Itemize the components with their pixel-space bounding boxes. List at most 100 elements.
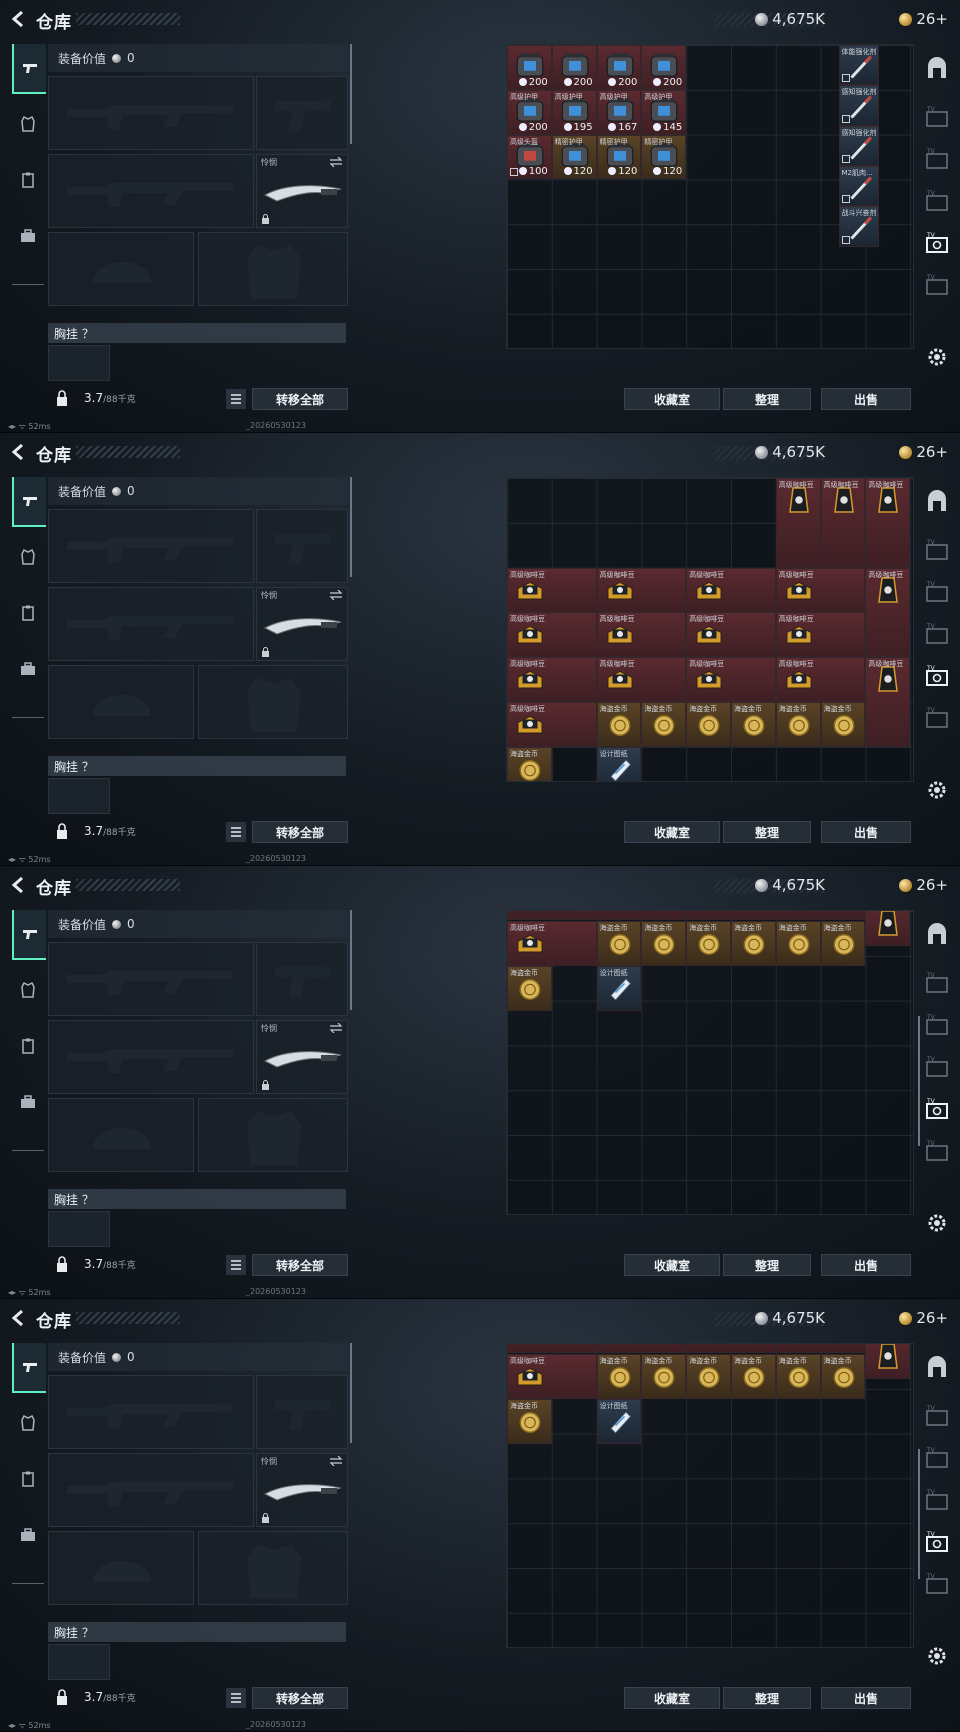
coffee-box-item[interactable]: 高级咖啡豆 — [507, 702, 597, 747]
pirate-coin-item[interactable]: 海盗金币 — [775, 1354, 821, 1399]
list-view-icon[interactable] — [226, 1255, 246, 1275]
primary-weapon-slot[interactable] — [48, 509, 254, 583]
swap-icon[interactable] — [329, 1456, 343, 1466]
rail-tv-tab-active[interactable]: TV — [924, 1529, 950, 1555]
rail-tv-tab-active[interactable]: TV — [924, 230, 950, 256]
coffee-box-item[interactable]: 高级咖啡豆 — [775, 567, 866, 613]
primary-weapon-slot[interactable] — [48, 76, 254, 150]
back-arrow-icon[interactable] — [8, 874, 30, 896]
transfer-all-button[interactable]: 转移全部 — [252, 1254, 348, 1276]
armor-slot[interactable] — [198, 1098, 348, 1172]
pirate-coin-item[interactable]: 海盗金币 — [686, 921, 731, 966]
tab-armor[interactable] — [12, 966, 44, 1014]
storage-item[interactable]: 高级护甲 145 — [641, 89, 687, 135]
transfer-all-button[interactable]: 转移全部 — [252, 388, 348, 410]
vault-button[interactable]: 收藏室 — [624, 821, 720, 843]
silver-currency[interactable]: 4,675K — [755, 876, 825, 894]
syringe-item[interactable]: 感知强化剂 — [838, 125, 879, 166]
rail-tv-tab-4[interactable]: TV — [924, 705, 950, 731]
rail-tv-tab-active[interactable]: TV — [924, 1096, 950, 1122]
silver-currency[interactable]: 4,675K — [755, 1309, 825, 1327]
tab-bags[interactable] — [12, 212, 44, 260]
pirate-coin-item[interactable]: 海盗金币 — [596, 921, 642, 966]
tab-armor[interactable] — [12, 100, 44, 148]
rail-tv-tab-2[interactable]: TV — [924, 1012, 950, 1038]
rail-home-tab[interactable] — [924, 489, 950, 515]
tab-weapons[interactable] — [12, 1343, 46, 1393]
pirate-coin-item[interactable]: 海盗金币 — [641, 702, 687, 747]
settings-button[interactable] — [924, 1210, 950, 1236]
coffee-box-partial[interactable] — [507, 911, 597, 920]
chest-rig-slot[interactable] — [48, 345, 110, 381]
coffee-bag-item[interactable]: 高级咖啡豆 — [775, 478, 821, 568]
syringe-item[interactable]: 感知强化剂 — [838, 85, 879, 126]
pirate-coin-item[interactable]: 海盗金币 — [507, 965, 552, 1011]
transfer-all-button[interactable]: 转移全部 — [252, 821, 348, 843]
sell-button[interactable]: 出售 — [821, 821, 911, 843]
tab-bags[interactable] — [12, 1078, 44, 1126]
sell-button[interactable]: 出售 — [821, 388, 911, 410]
equipment-scrollbar[interactable] — [350, 910, 352, 1010]
tab-weapons[interactable] — [12, 910, 46, 960]
coffee-box-item[interactable]: 高级咖啡豆 — [596, 612, 687, 658]
vault-button[interactable]: 收藏室 — [624, 388, 720, 410]
coffee-box-item[interactable]: 高级咖啡豆 — [507, 1354, 597, 1399]
back-arrow-icon[interactable] — [8, 1307, 30, 1329]
tab-armor[interactable] — [12, 1399, 44, 1447]
rail-tv-tab-1[interactable]: TV — [924, 104, 950, 130]
coffee-box-item[interactable]: 高级咖啡豆 — [507, 567, 597, 613]
coffee-box-item[interactable]: 高级咖啡豆 — [686, 567, 776, 613]
pirate-coin-item[interactable]: 海盗金币 — [641, 1354, 687, 1399]
melee-slot[interactable]: 怜悯 — [256, 1020, 348, 1094]
syringe-item[interactable]: 体能强化剂 — [838, 45, 879, 86]
tab-supplies[interactable] — [12, 156, 44, 204]
chest-rig-header[interactable]: 胸挂 ？ — [48, 1189, 346, 1209]
chest-rig-slot[interactable] — [48, 778, 110, 814]
rail-tv-tab-4[interactable]: TV — [924, 1138, 950, 1164]
rail-tv-tab-4[interactable]: TV — [924, 272, 950, 298]
rail-tv-tab-active[interactable]: TV — [924, 663, 950, 689]
armor-slot[interactable] — [198, 665, 348, 739]
coffee-bag-partial[interactable] — [865, 1344, 911, 1379]
pirate-coin-item[interactable]: 海盗金币 — [731, 702, 776, 747]
tab-bags[interactable] — [12, 1511, 44, 1559]
syringe-item[interactable]: M2肌肉... — [838, 165, 879, 207]
settings-button[interactable] — [924, 777, 950, 803]
storage-item[interactable]: 高级护甲 195 — [551, 89, 597, 135]
storage-item[interactable]: 200 — [641, 45, 687, 90]
helmet-slot[interactable] — [48, 665, 194, 739]
back-arrow-icon[interactable] — [8, 8, 30, 30]
coffee-box-item[interactable]: 高级咖啡豆 — [507, 612, 597, 658]
swap-icon[interactable] — [329, 590, 343, 600]
equipment-scrollbar[interactable] — [350, 1343, 352, 1443]
pirate-coin-item[interactable]: 海盗金币 — [731, 1354, 776, 1399]
equipment-scrollbar[interactable] — [350, 477, 352, 577]
melee-slot[interactable]: 怜悯 — [256, 1453, 348, 1527]
rail-tv-tab-2[interactable]: TV — [924, 146, 950, 172]
tab-supplies[interactable] — [12, 1022, 44, 1070]
coffee-bag-item[interactable]: 高级咖啡豆 — [865, 657, 911, 747]
coffee-box-item[interactable]: 高级咖啡豆 — [775, 657, 866, 702]
chest-rig-slot[interactable] — [48, 1644, 110, 1680]
swap-icon[interactable] — [329, 157, 343, 167]
pirate-coin-item[interactable]: 海盗金币 — [641, 921, 687, 966]
list-view-icon[interactable] — [226, 1688, 246, 1708]
storage-item[interactable]: 高级头盔 100 — [507, 134, 552, 180]
equipment-scrollbar[interactable] — [350, 44, 352, 144]
sell-button[interactable]: 出售 — [821, 1687, 911, 1709]
list-view-icon[interactable] — [226, 389, 246, 409]
rail-tv-tab-2[interactable]: TV — [924, 1445, 950, 1471]
pirate-coin-item[interactable]: 海盗金币 — [775, 702, 821, 747]
blueprint-item[interactable]: 设计图纸 — [596, 1398, 642, 1444]
storage-scrollbar[interactable] — [918, 1449, 920, 1579]
storage-item[interactable]: 精密护甲 120 — [551, 134, 597, 180]
gold-currency[interactable]: 26+ — [899, 876, 948, 894]
coffee-box-partial[interactable] — [596, 911, 687, 920]
rail-home-tab[interactable] — [924, 56, 950, 82]
pirate-coin-item[interactable]: 海盗金币 — [775, 921, 821, 966]
secondary-weapon-slot[interactable] — [48, 154, 254, 228]
rail-tv-tab-3[interactable]: TV — [924, 1054, 950, 1080]
pistol-slot[interactable] — [256, 942, 348, 1016]
pistol-slot[interactable] — [256, 1375, 348, 1449]
secondary-weapon-slot[interactable] — [48, 1453, 254, 1527]
